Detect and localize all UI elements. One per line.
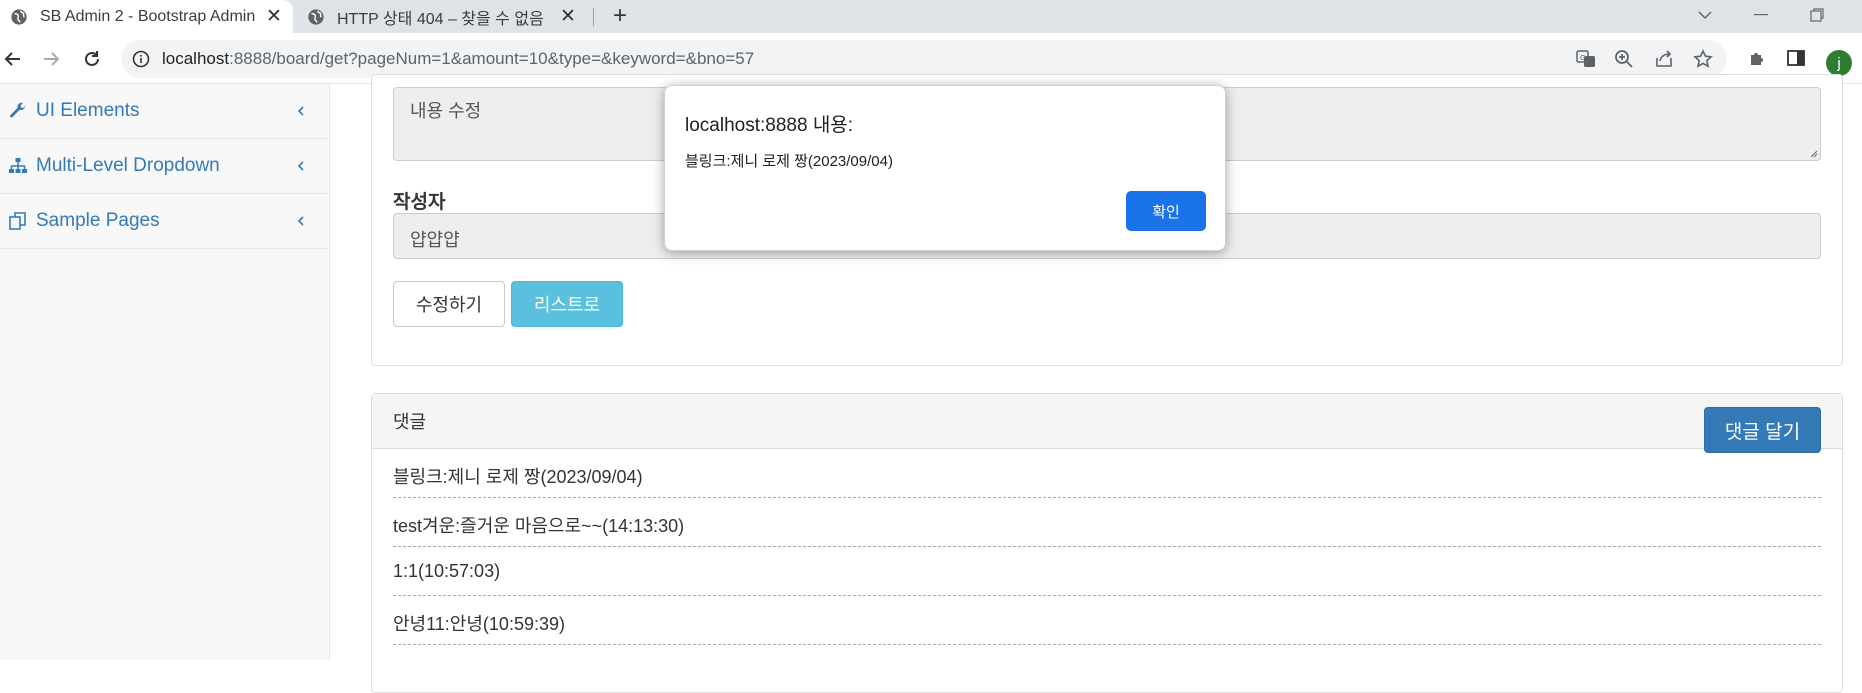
- back-button[interactable]: [0, 46, 26, 72]
- extensions-icon[interactable]: [1745, 46, 1769, 70]
- replies-title: 댓글: [393, 412, 427, 432]
- tab-search-icon[interactable]: [1682, 0, 1728, 30]
- profile-avatar[interactable]: j: [1826, 50, 1852, 76]
- sidebar-item-ui-elements[interactable]: UI Elements: [0, 84, 329, 139]
- share-icon[interactable]: [1654, 49, 1674, 69]
- side-panel-icon[interactable]: [1784, 46, 1808, 70]
- modify-button[interactable]: 수정하기: [393, 281, 505, 327]
- chevron-left-icon: [297, 216, 304, 226]
- forward-button[interactable]: [38, 46, 64, 72]
- restore-button[interactable]: [1794, 0, 1840, 30]
- close-tab-icon[interactable]: ✕: [263, 6, 285, 28]
- zoom-icon[interactable]: [1614, 49, 1634, 69]
- dialog-message: 블링크:제니 로제 짱(2023/09/04): [685, 153, 893, 170]
- site-info-icon[interactable]: [132, 50, 150, 68]
- dialog-ok-button[interactable]: 확인: [1126, 191, 1206, 231]
- sidebar-item-label: Sample Pages: [36, 210, 160, 231]
- replies-header: 댓글: [372, 394, 1842, 449]
- tab-divider: [593, 8, 594, 26]
- tab-title: SB Admin 2 - Bootstrap Admin: [40, 7, 256, 25]
- minimize-button[interactable]: [1738, 0, 1784, 30]
- reload-button[interactable]: [79, 46, 105, 72]
- writer-value: 얍얍얍: [410, 230, 460, 250]
- replies-panel: 댓글 댓글 달기 블링크:제니 로제 짱(2023/09/04) test겨운:…: [371, 393, 1843, 693]
- chevron-left-icon: [297, 106, 304, 116]
- new-tab-button[interactable]: +: [607, 2, 633, 29]
- wrench-icon: [10, 102, 26, 118]
- svg-text:G: G: [1580, 54, 1585, 62]
- url-text[interactable]: localhost:8888/board/get?pageNum=1&amoun…: [162, 49, 754, 69]
- reply-item[interactable]: 안녕11:안녕(10:59:39): [393, 596, 1821, 645]
- writer-label: 작성자: [393, 192, 446, 213]
- sidebar-item-label: UI Elements: [36, 100, 140, 121]
- url-host: localhost: [162, 49, 230, 68]
- sidebar-item-multi-level-dropdown[interactable]: Multi-Level Dropdown: [0, 139, 329, 194]
- dialog-title: localhost:8888 내용:: [685, 115, 854, 136]
- reply-item[interactable]: 블링크:제니 로제 짱(2023/09/04): [393, 449, 1821, 498]
- sidebar-item-sample-pages[interactable]: Sample Pages: [0, 194, 329, 249]
- bookmark-star-icon[interactable]: [1693, 49, 1713, 69]
- tab-http-404[interactable]: HTTP 상태 404 – 찾을 수 없음 ✕: [297, 0, 587, 33]
- tab-title: HTTP 상태 404 – 찾을 수 없음: [337, 10, 544, 28]
- tab-sb-admin[interactable]: SB Admin 2 - Bootstrap Admin ✕: [0, 0, 293, 33]
- content-placeholder: 내용 수정: [410, 101, 482, 121]
- sidebar: UI Elements Multi-Level Dropdown Sample …: [0, 84, 330, 660]
- list-button[interactable]: 리스트로: [511, 281, 623, 327]
- reply-item[interactable]: 1:1(10:57:03): [393, 547, 1821, 596]
- sitemap-icon: [9, 158, 27, 173]
- files-icon: [9, 212, 26, 230]
- globe-icon: [308, 8, 324, 25]
- reply-item[interactable]: test겨운:즐거운 마음으로~~(14:13:30): [393, 498, 1821, 547]
- sidebar-item-label: Multi-Level Dropdown: [36, 155, 220, 176]
- globe-icon: [11, 8, 27, 25]
- close-tab-icon[interactable]: ✕: [557, 6, 579, 28]
- resize-handle-icon[interactable]: [1808, 148, 1818, 158]
- address-bar[interactable]: localhost:8888/board/get?pageNum=1&amoun…: [121, 40, 1727, 78]
- alert-dialog: localhost:8888 내용: 블링크:제니 로제 짱(2023/09/0…: [664, 85, 1226, 251]
- translate-icon[interactable]: G: [1576, 49, 1596, 69]
- add-reply-button[interactable]: 댓글 달기: [1704, 407, 1821, 453]
- chevron-left-icon: [297, 161, 304, 171]
- url-path: :8888/board/get?pageNum=1&amount=10&type…: [229, 49, 755, 68]
- tab-strip: SB Admin 2 - Bootstrap Admin ✕ HTTP 상태 4…: [0, 0, 1862, 33]
